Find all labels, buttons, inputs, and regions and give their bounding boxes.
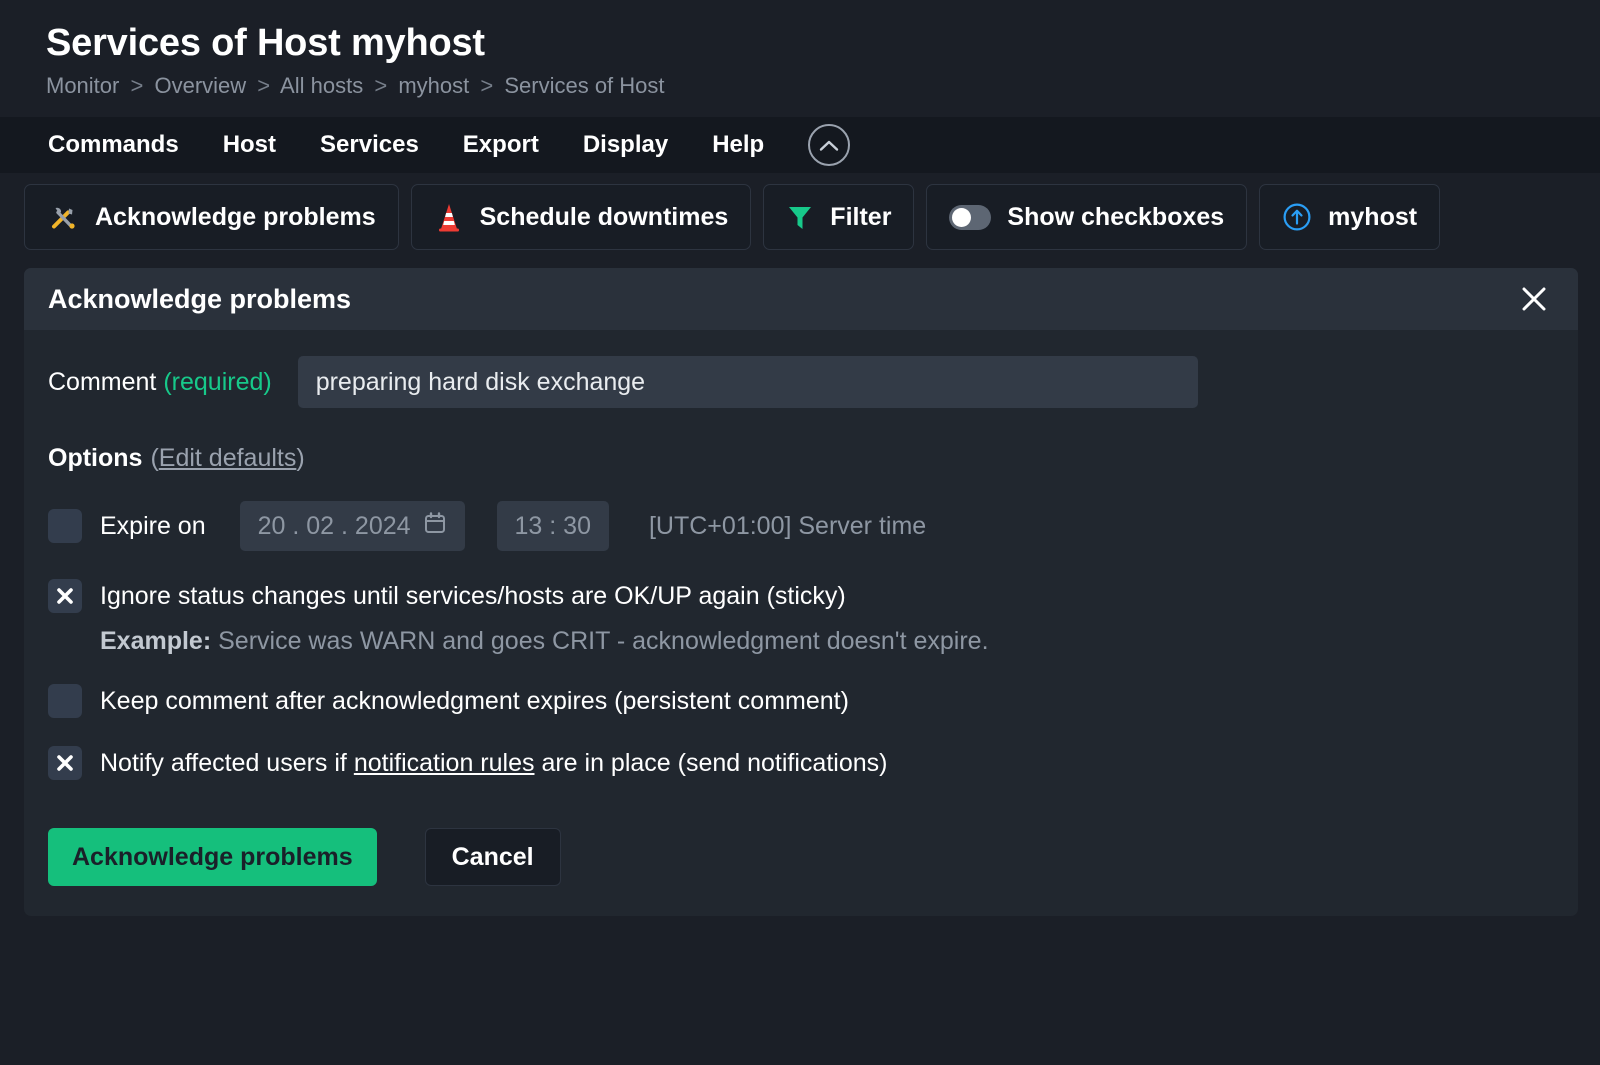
submit-acknowledge-button[interactable]: Acknowledge problems	[48, 828, 377, 887]
menu-item-host[interactable]: Host	[201, 125, 298, 165]
breadcrumb-separator: >	[130, 72, 144, 98]
cancel-button[interactable]: Cancel	[424, 828, 561, 887]
breadcrumb-item-services-of-host[interactable]: Services of Host	[504, 73, 664, 98]
breadcrumb: Monitor > Overview > All hosts > myhost …	[46, 73, 1600, 99]
traffic-cone-icon	[434, 201, 464, 233]
notification-rules-link[interactable]: notification rules	[354, 749, 535, 777]
options-heading: Options	[48, 444, 143, 473]
example-text: Service was WARN and goes CRIT - acknowl…	[218, 627, 989, 656]
funnel-icon	[786, 202, 814, 232]
notify-users-checkbox[interactable]	[48, 746, 82, 781]
menu-item-export[interactable]: Export	[441, 125, 561, 165]
dialog-actions: Acknowledge problems Cancel	[48, 828, 1554, 887]
expire-on-label: Expire on	[100, 511, 206, 540]
timezone-note: [UTC+01:00] Server time	[648, 511, 927, 540]
dialog-header: Acknowledge problems	[24, 268, 1578, 331]
comment-required-marker: (required)	[163, 367, 272, 396]
menu-item-services[interactable]: Services	[298, 125, 441, 165]
sticky-example: Example: Service was WARN and goes CRIT …	[100, 627, 1554, 656]
schedule-downtimes-button[interactable]: Schedule downtimes	[410, 184, 752, 251]
expire-on-checkbox[interactable]	[48, 509, 82, 544]
tools-icon	[47, 201, 79, 233]
notify-users-row: Notify affected users if notification ru…	[48, 746, 1554, 781]
acknowledge-problems-button[interactable]: Acknowledge problems	[24, 184, 399, 251]
comment-row: Comment (required)	[48, 356, 1554, 409]
notify-users-label: Notify affected users if notification ru…	[100, 749, 887, 778]
main-menu-bar: Commands Host Services Export Display He…	[0, 117, 1600, 174]
persistent-comment-label: Keep comment after acknowledgment expire…	[100, 686, 849, 715]
sticky-label: Ignore status changes until services/hos…	[100, 581, 846, 610]
breadcrumb-item-monitor[interactable]: Monitor	[46, 73, 119, 98]
persistent-comment-row: Keep comment after acknowledgment expire…	[48, 684, 1554, 719]
example-prefix: Example:	[100, 627, 212, 656]
expire-date-value: 20 . 02 . 2024	[257, 511, 411, 540]
comment-input[interactable]	[297, 356, 1198, 409]
breadcrumb-item-all-hosts[interactable]: All hosts	[280, 73, 363, 98]
menu-item-help[interactable]: Help	[690, 125, 786, 165]
expire-date-input[interactable]: 20 . 02 . 2024	[239, 501, 465, 552]
toggle-off-icon[interactable]	[949, 204, 992, 230]
expire-on-row: Expire on 20 . 02 . 2024 13 : 30 [UTC+01…	[48, 501, 1554, 552]
notify-text-before: Notify affected users if	[100, 748, 347, 777]
menu-item-commands[interactable]: Commands	[26, 125, 201, 165]
page-title: Services of Host myhost	[46, 22, 485, 64]
comment-label-text: Comment	[48, 367, 157, 396]
dialog-body: Comment (required) Options(Edit defaults…	[24, 330, 1578, 916]
expire-time-value: 13 : 30	[514, 511, 591, 540]
menu-item-display[interactable]: Display	[561, 125, 690, 165]
host-link-label: myhost	[1328, 202, 1418, 231]
close-icon[interactable]	[1514, 279, 1554, 319]
page-header: Services of Host myhost Monitor > Overvi…	[0, 0, 1600, 99]
breadcrumb-item-myhost[interactable]: myhost	[398, 73, 469, 98]
show-checkboxes-label: Show checkboxes	[1007, 202, 1225, 231]
notify-text-after: are in place (send notifications)	[541, 748, 888, 777]
edit-defaults-link[interactable]: Edit defaults	[159, 444, 297, 472]
breadcrumb-separator: >	[480, 72, 494, 98]
show-checkboxes-toggle[interactable]: Show checkboxes	[926, 184, 1248, 251]
filter-label: Filter	[830, 202, 892, 231]
schedule-downtimes-label: Schedule downtimes	[479, 202, 729, 231]
breadcrumb-item-overview[interactable]: Overview	[154, 73, 246, 98]
breadcrumb-separator: >	[374, 72, 388, 98]
chevron-up-icon[interactable]	[808, 124, 851, 167]
paren-close: )	[296, 444, 305, 473]
acknowledge-problems-label: Acknowledge problems	[95, 202, 376, 231]
sticky-row: Ignore status changes until services/hos…	[48, 579, 1554, 614]
acknowledge-problems-dialog: Acknowledge problems Comment (required) …	[24, 268, 1578, 917]
persistent-comment-checkbox[interactable]	[48, 684, 82, 719]
breadcrumb-separator: >	[257, 72, 271, 98]
filter-button[interactable]: Filter	[763, 184, 915, 251]
calendar-icon[interactable]	[423, 511, 447, 542]
sticky-checkbox[interactable]	[48, 579, 82, 614]
comment-label: Comment (required)	[48, 368, 272, 397]
circle-arrow-up-icon	[1282, 202, 1312, 232]
options-heading-row: Options (Edit defaults)	[48, 444, 1554, 473]
host-link-button[interactable]: myhost	[1259, 184, 1441, 251]
toolbar: Acknowledge problems Schedule downtimes …	[0, 173, 1600, 251]
dialog-title: Acknowledge problems	[48, 283, 352, 314]
expire-time-input[interactable]: 13 : 30	[496, 501, 609, 552]
paren-open: (	[150, 444, 159, 473]
